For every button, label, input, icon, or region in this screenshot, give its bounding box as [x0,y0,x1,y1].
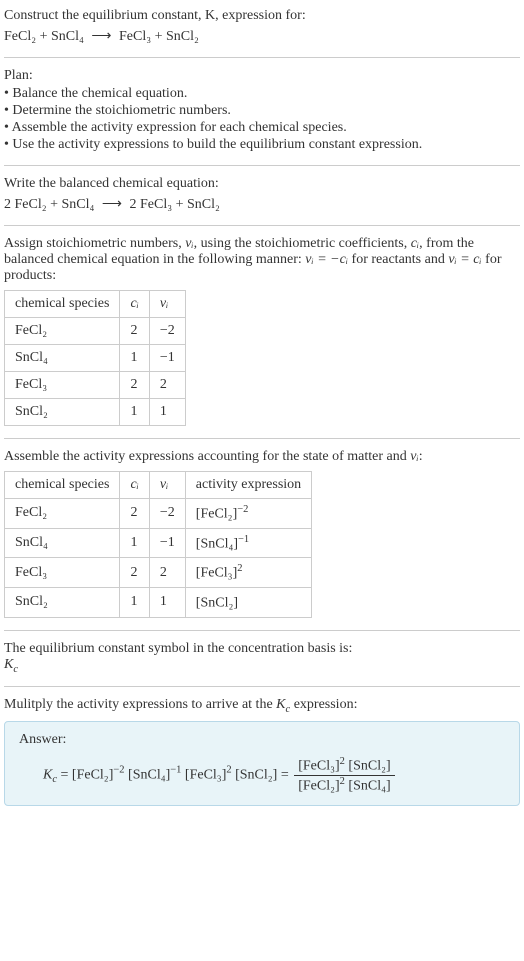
unbalanced-equation: FeCl₂ + SnCl₄ ⟶ FeCl₃ + SnCl₂ [4,28,520,45]
divider [4,686,520,687]
stoich-table: chemical species cᵢ νᵢ FeCl₂ 2 −2 SnCl₄ … [4,290,186,426]
cell-nu: −2 [149,499,185,529]
table-row: SnCl₄ 1 −1 [SnCl₄]−1 [5,528,312,558]
c-symbol: cᵢ [411,236,419,251]
col-nu: νᵢ [149,291,185,318]
col-nu: νᵢ [149,472,185,499]
table-row: FeCl₃ 2 2 [FeCl₃]2 [5,558,312,588]
col-species: chemical species [5,291,120,318]
cell-c: 2 [120,558,149,588]
cell-expr: [SnCl₂] [185,587,311,617]
cell-species: SnCl₄ [5,345,120,372]
cell-c: 1 [120,528,149,558]
cell-expr: [SnCl₄]−1 [185,528,311,558]
symbol-section: The equilibrium constant symbol in the c… [4,641,520,675]
products: FeCl₃ + SnCl₂ [119,29,199,44]
table-row: SnCl₄ 1 −1 [5,345,186,372]
plan-item: Assemble the activity expression for eac… [4,120,520,136]
arrow-icon: ⟶ [102,197,122,212]
table-row: FeCl₂ 2 −2 [5,318,186,345]
reactants: 2 FeCl₂ + SnCl₄ [4,197,94,212]
products: 2 FeCl₃ + SnCl₂ [129,197,219,212]
plan-title: Plan: [4,68,520,84]
nu-symbol: νᵢ [410,449,418,464]
cell-nu: 2 [149,372,185,399]
final-intro: Mulitply the activity expressions to arr… [4,697,520,715]
cell-c: 2 [120,372,149,399]
balanced-section: Write the balanced chemical equation: 2 … [4,176,520,213]
table-row: SnCl₂ 1 1 [SnCl₂] [5,587,312,617]
table-header-row: chemical species cᵢ νᵢ activity expressi… [5,472,312,499]
table-row: FeCl₃ 2 2 [5,372,186,399]
balanced-equation: 2 FeCl₂ + SnCl₄ ⟶ 2 FeCl₃ + SnCl₂ [4,196,520,213]
prompt-text: Construct the equilibrium constant, K, e… [4,8,520,24]
eq-symbol: νᵢ = −cᵢ [305,252,348,267]
prompt-label: Construct the equilibrium constant, K, e… [4,8,306,23]
cell-nu: 2 [149,558,185,588]
header-section: Construct the equilibrium constant, K, e… [4,8,520,45]
table-row: SnCl₂ 1 1 [5,399,186,426]
cell-species: SnCl₄ [5,528,120,558]
nu-symbol: νᵢ [185,236,193,251]
activity-intro: Assemble the activity expressions accoun… [4,449,520,465]
eq-symbol: νᵢ = cᵢ [448,252,481,267]
cell-nu: −1 [149,528,185,558]
reactants: FeCl₂ + SnCl₄ [4,29,84,44]
col-c: cᵢ [120,291,149,318]
cell-nu: 1 [149,399,185,426]
cell-c: 1 [120,345,149,372]
balanced-intro: Write the balanced chemical equation: [4,176,520,192]
divider [4,165,520,166]
stoich-intro: Assign stoichiometric numbers, νᵢ, using… [4,236,520,284]
plan-list: Balance the chemical equation. Determine… [4,86,520,153]
plan-item: Determine the stoichiometric numbers. [4,103,520,119]
col-c: cᵢ [120,472,149,499]
answer-equation: Kc = [FeCl₂]−2 [SnCl₄]−1 [FeCl₃]2 [SnCl₂… [19,756,505,794]
denominator: [FeCl₂]2 [SnCl₄] [294,776,394,795]
cell-c: 1 [120,587,149,617]
cell-c: 1 [120,399,149,426]
divider [4,225,520,226]
cell-expr: [FeCl₂]−2 [185,499,311,529]
table-row: FeCl₂ 2 −2 [FeCl₂]−2 [5,499,312,529]
cell-species: FeCl₂ [5,318,120,345]
arrow-icon: ⟶ [91,29,111,44]
symbol-intro: The equilibrium constant symbol in the c… [4,641,520,657]
final-section: Mulitply the activity expressions to arr… [4,697,520,805]
answer-label: Answer: [19,732,505,748]
answer-box: Answer: Kc = [FeCl₂]−2 [SnCl₄]−1 [FeCl₃]… [4,721,520,805]
activity-section: Assemble the activity expressions accoun… [4,449,520,618]
cell-nu: 1 [149,587,185,617]
cell-species: SnCl₂ [5,587,120,617]
divider [4,57,520,58]
col-species: chemical species [5,472,120,499]
table-header-row: chemical species cᵢ νᵢ [5,291,186,318]
cell-c: 2 [120,318,149,345]
cell-species: SnCl₂ [5,399,120,426]
divider [4,630,520,631]
cell-species: FeCl₃ [5,372,120,399]
plan-item: Balance the chemical equation. [4,86,520,102]
col-expr: activity expression [185,472,311,499]
plan-section: Plan: Balance the chemical equation. Det… [4,68,520,153]
cell-species: FeCl₃ [5,558,120,588]
cell-species: FeCl₂ [5,499,120,529]
activity-table: chemical species cᵢ νᵢ activity expressi… [4,471,312,618]
plan-item: Use the activity expressions to build th… [4,137,520,153]
stoich-section: Assign stoichiometric numbers, νᵢ, using… [4,236,520,426]
cell-c: 2 [120,499,149,529]
divider [4,438,520,439]
symbol-value: Kc [4,657,520,675]
cell-nu: −1 [149,345,185,372]
cell-expr: [FeCl₃]2 [185,558,311,588]
numerator: [FeCl₃]2 [SnCl₂] [294,756,394,776]
cell-nu: −2 [149,318,185,345]
fraction: [FeCl₃]2 [SnCl₂] [FeCl₂]2 [SnCl₄] [294,756,394,794]
